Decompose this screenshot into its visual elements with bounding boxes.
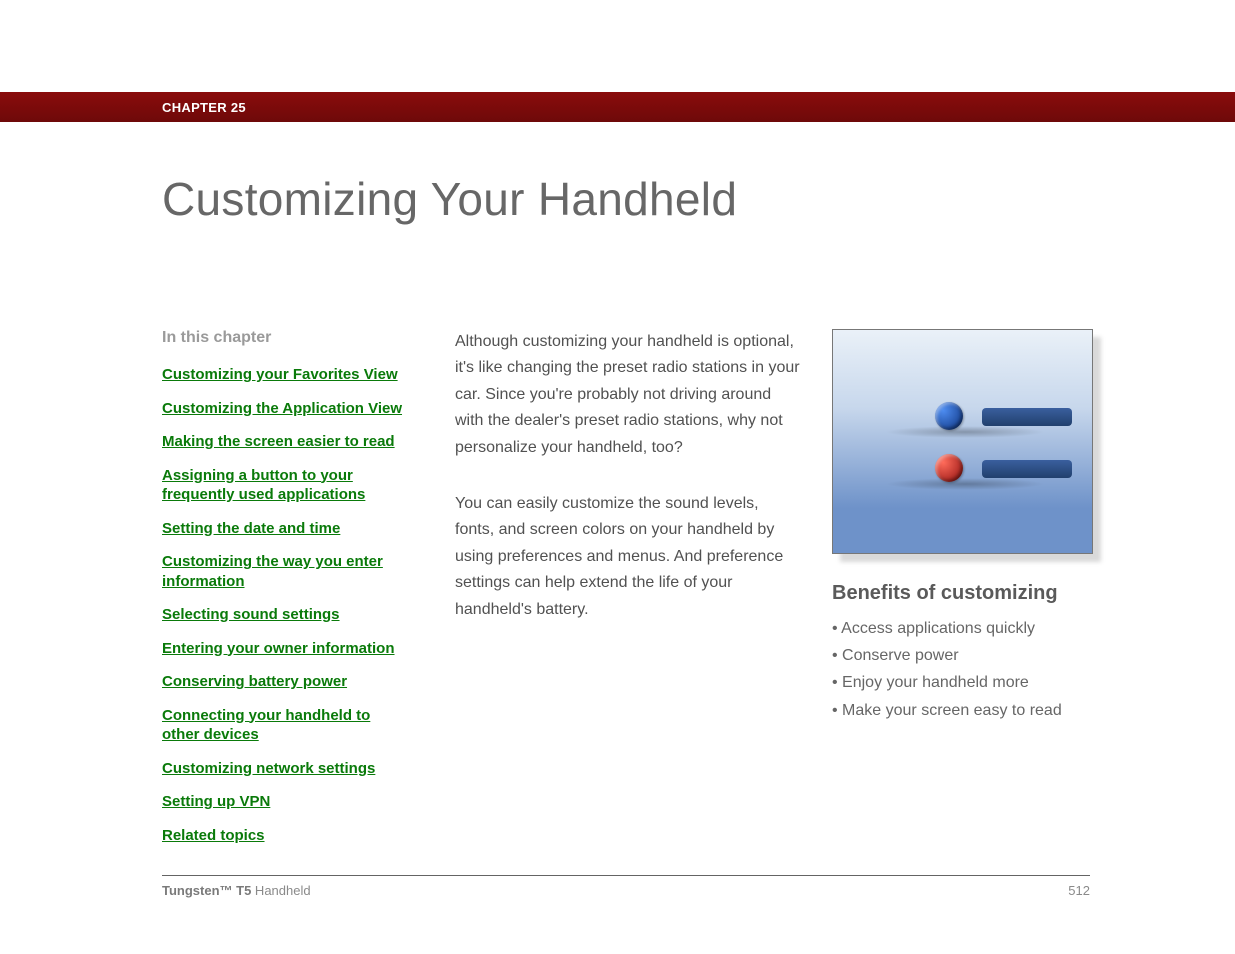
right-column: Benefits of customizing Access applicati… bbox=[832, 329, 1102, 724]
benefits-list: Access applications quickly Conserve pow… bbox=[832, 615, 1102, 724]
product-name: Tungsten™ T5 Handheld bbox=[162, 883, 311, 898]
link-connecting-handheld-to-other-devices[interactable]: Connecting your handheld to other device… bbox=[162, 706, 407, 745]
body-text-column: Although customizing your handheld is op… bbox=[455, 329, 800, 653]
link-conserving-battery-power[interactable]: Conserving battery power bbox=[162, 672, 407, 692]
sidebar-heading: In this chapter bbox=[162, 329, 422, 347]
link-setting-date-and-time[interactable]: Setting the date and time bbox=[162, 519, 407, 539]
sidebar-links: Customizing your Favorites View Customiz… bbox=[162, 365, 422, 845]
link-selecting-sound-settings[interactable]: Selecting sound settings bbox=[162, 605, 407, 625]
in-this-chapter-sidebar: In this chapter Customizing your Favorit… bbox=[162, 329, 422, 859]
chapter-label: CHAPTER 25 bbox=[162, 100, 246, 115]
link-assigning-button[interactable]: Assigning a button to your frequently us… bbox=[162, 466, 407, 505]
link-making-screen-easier-to-read[interactable]: Making the screen easier to read bbox=[162, 432, 407, 452]
link-customizing-application-view[interactable]: Customizing the Application View bbox=[162, 399, 407, 419]
link-entering-owner-information[interactable]: Entering your owner information bbox=[162, 639, 407, 659]
benefit-item: Enjoy your handheld more bbox=[832, 669, 1102, 696]
benefit-item: Access applications quickly bbox=[832, 615, 1102, 642]
page-title: Customizing Your Handheld bbox=[162, 172, 737, 226]
page-number: 512 bbox=[1068, 883, 1090, 898]
illustration-label-bottom bbox=[982, 460, 1072, 478]
illustration-photo bbox=[832, 329, 1093, 554]
benefits-heading: Benefits of customizing bbox=[832, 582, 1102, 605]
benefit-item: Make your screen easy to read bbox=[832, 697, 1102, 724]
page-footer: Tungsten™ T5 Handheld 512 bbox=[162, 883, 1090, 898]
link-customizing-the-way-you-enter-information[interactable]: Customizing the way you enter informatio… bbox=[162, 552, 407, 591]
link-customizing-favorites-view[interactable]: Customizing your Favorites View bbox=[162, 365, 407, 385]
intro-paragraph-1: Although customizing your handheld is op… bbox=[455, 329, 800, 461]
intro-paragraph-2: You can easily customize the sound level… bbox=[455, 491, 800, 623]
footer-rule bbox=[162, 875, 1090, 876]
link-setting-up-vpn[interactable]: Setting up VPN bbox=[162, 792, 407, 812]
blue-pin-icon bbox=[935, 402, 963, 430]
chapter-header-bar: CHAPTER 25 bbox=[0, 92, 1235, 122]
illustration-label-top bbox=[982, 408, 1072, 426]
benefit-item: Conserve power bbox=[832, 642, 1102, 669]
link-customizing-network-settings[interactable]: Customizing network settings bbox=[162, 759, 407, 779]
red-pin-icon bbox=[935, 454, 963, 482]
link-related-topics[interactable]: Related topics bbox=[162, 826, 407, 846]
